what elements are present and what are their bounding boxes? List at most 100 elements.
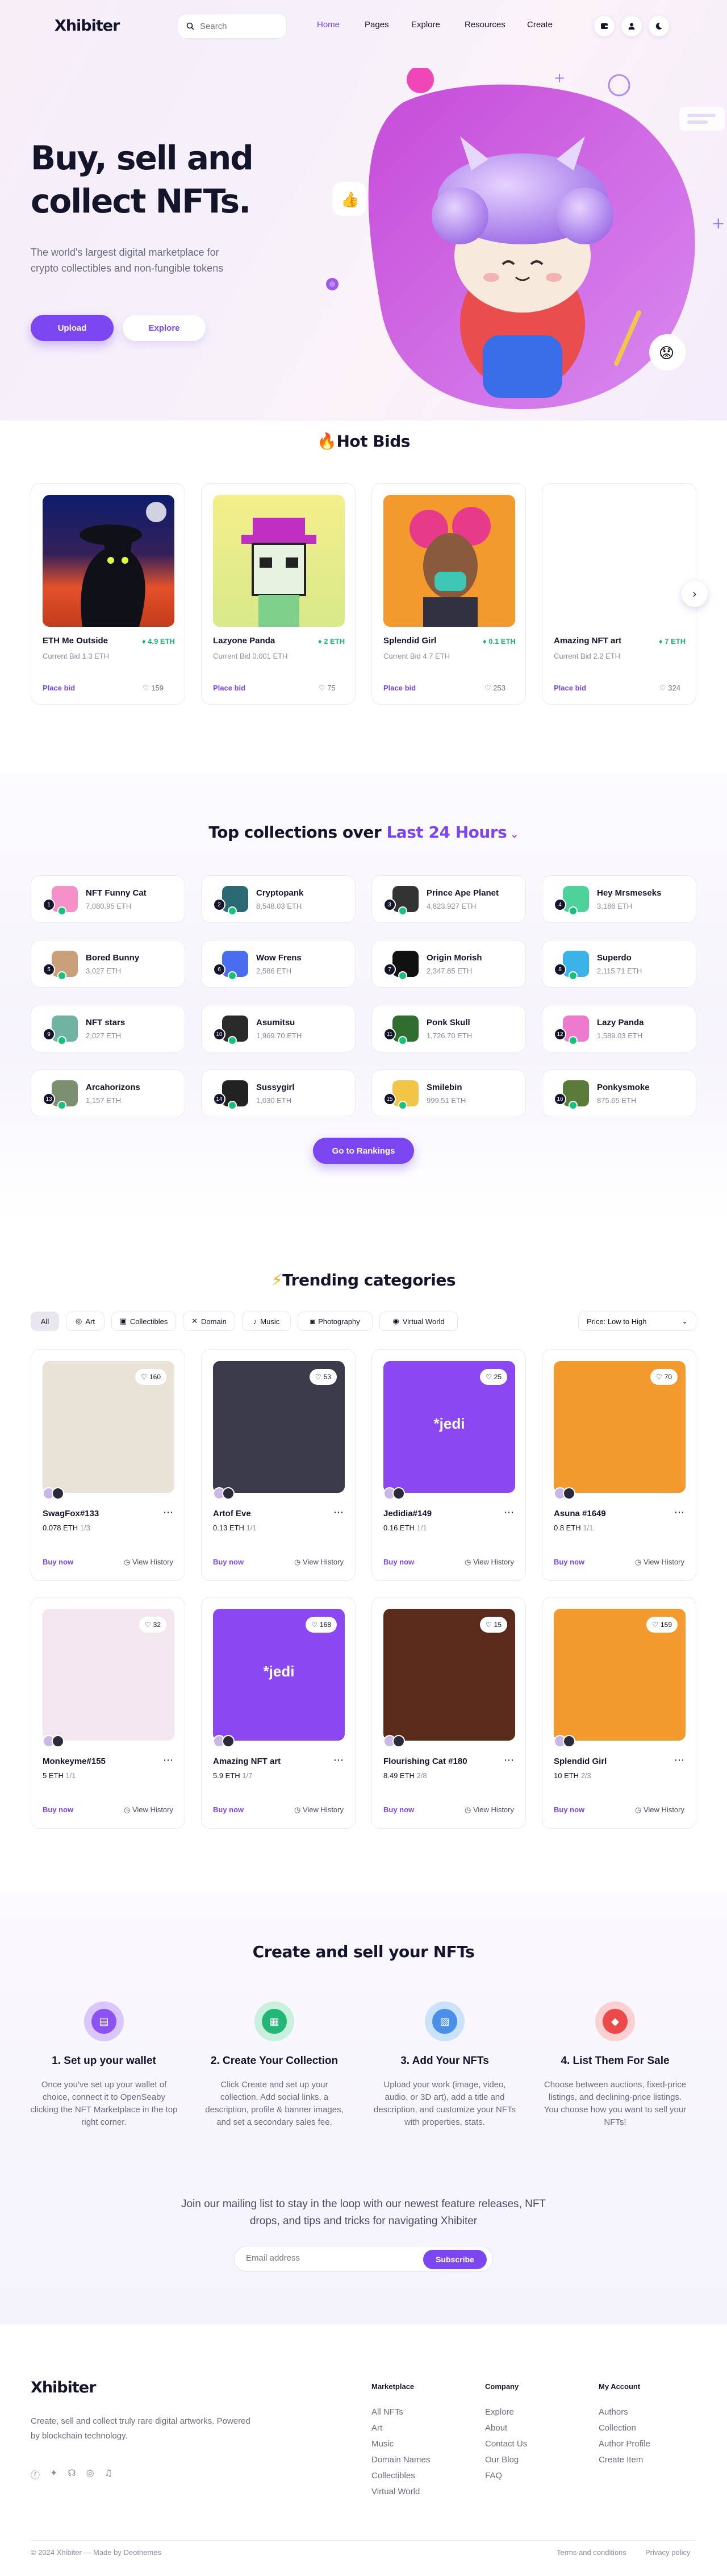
- nft-card[interactable]: ♡ 70 Asuna #1649 ⋯ 0.8 ETH 1/1 Buy now ◷ View …: [542, 1349, 696, 1581]
- more-options-icon[interactable]: ⋯: [163, 1754, 173, 1766]
- creator-avatar[interactable]: [392, 1487, 405, 1500]
- view-history-button[interactable]: ◷ View History: [124, 1805, 173, 1815]
- go-to-rankings-button[interactable]: Go to Rankings: [313, 1138, 414, 1164]
- privacy-link[interactable]: Privacy policy: [645, 2548, 690, 2557]
- footer-link[interactable]: All NFTs: [371, 2407, 403, 2417]
- footer-link[interactable]: Create Item: [599, 2455, 643, 2465]
- collection-card[interactable]: 14 Sussygirl 1,030 ETH: [201, 1069, 356, 1117]
- nft-image[interactable]: ♡ 159: [554, 1609, 686, 1741]
- collection-name[interactable]: Superdo: [597, 953, 632, 963]
- collection-name[interactable]: Ponk Skull: [427, 1018, 470, 1027]
- like-button[interactable]: ♡ 168: [306, 1617, 337, 1633]
- buy-now-button[interactable]: Buy now: [213, 1805, 244, 1814]
- collection-card[interactable]: 8 Superdo 2,115.71 ETH: [542, 940, 696, 988]
- hot-bid-card[interactable]: Lazyone Panda ♦ 2 ETH Current Bid 0.001 …: [201, 483, 356, 705]
- collection-name[interactable]: Cryptopank: [256, 888, 303, 898]
- buy-now-button[interactable]: Buy now: [43, 1558, 73, 1566]
- collection-card[interactable]: 3 Prince Ape Planet 4,823.927 ETH: [371, 875, 526, 923]
- creator-avatar[interactable]: [222, 1487, 235, 1500]
- nft-image[interactable]: [43, 495, 174, 627]
- creator-avatar[interactable]: [563, 1487, 575, 1500]
- nft-image[interactable]: *jedi ♡ 25: [383, 1361, 515, 1493]
- footer-link[interactable]: Art: [371, 2423, 382, 2433]
- footer-link[interactable]: About: [485, 2423, 507, 2433]
- collection-name[interactable]: Asumitsu: [256, 1018, 295, 1027]
- footer-link[interactable]: Collectibles: [371, 2471, 415, 2481]
- nft-card[interactable]: ♡ 32 Monkeyme#155 ⋯ 5 ETH 1/1 Buy now ◷ View H…: [31, 1597, 185, 1829]
- collection-name[interactable]: NFT stars: [86, 1018, 125, 1027]
- footer-link[interactable]: Authors: [599, 2407, 628, 2417]
- footer-link[interactable]: Music: [371, 2439, 394, 2449]
- creator-avatar[interactable]: [52, 1487, 64, 1500]
- search-box[interactable]: [178, 14, 287, 39]
- explore-button[interactable]: Explore: [123, 315, 206, 341]
- collection-card[interactable]: 16 Ponkysmoke 875.65 ETH: [542, 1069, 696, 1117]
- like-button[interactable]: ♡ 159: [646, 1617, 678, 1633]
- collection-name[interactable]: Wow Frens: [256, 953, 302, 963]
- nft-image[interactable]: ♡ 32: [43, 1609, 174, 1741]
- hot-bid-card[interactable]: Amazing NFT art ♦ 7 ETH Current Bid 2.2 …: [542, 483, 696, 705]
- collection-card[interactable]: 2 Cryptopank 8,548.03 ETH: [201, 875, 356, 923]
- likes[interactable]: ♡ 159: [143, 684, 164, 693]
- collection-card[interactable]: 7 Origin Morish 2,347.85 ETH: [371, 940, 526, 988]
- nft-name[interactable]: Monkeyme#155: [43, 1757, 106, 1766]
- nft-card[interactable]: *jedi ♡ 25 Jedidia#149 ⋯ 0.16 ETH 1/1 Buy now ◷…: [371, 1349, 526, 1581]
- collection-name[interactable]: NFT Funny Cat: [86, 888, 147, 898]
- like-button[interactable]: ♡ 53: [309, 1369, 337, 1385]
- footer-link[interactable]: Virtual World: [371, 2487, 420, 2496]
- wallet-button[interactable]: [594, 16, 615, 36]
- nft-image[interactable]: [383, 495, 515, 627]
- nft-name[interactable]: Amazing NFT art: [213, 1757, 281, 1766]
- collection-card[interactable]: 5 Bored Bunny 3,027 ETH: [31, 940, 185, 988]
- nft-name[interactable]: Artof Eve: [213, 1509, 251, 1518]
- buy-now-button[interactable]: Buy now: [554, 1805, 584, 1814]
- collection-card[interactable]: 4 Hey Mrsmeseks 3,186 ETH: [542, 875, 696, 923]
- filter-all[interactable]: All: [31, 1312, 59, 1331]
- like-button[interactable]: ♡ 160: [135, 1369, 166, 1385]
- email-input[interactable]: [246, 2253, 416, 2263]
- nft-image[interactable]: *jedi ♡ 168: [213, 1609, 345, 1741]
- nft-image[interactable]: [554, 495, 686, 627]
- place-bid-link[interactable]: Place bid: [554, 684, 586, 692]
- collection-name[interactable]: Prince Ape Planet: [427, 888, 499, 898]
- twitter-icon[interactable]: ✦: [50, 2467, 57, 2481]
- view-history-button[interactable]: ◷ View History: [294, 1558, 344, 1567]
- filter-photography[interactable]: ◙ Photography: [298, 1312, 373, 1331]
- collection-card[interactable]: 13 Arcahorizons 1,157 ETH: [31, 1069, 185, 1117]
- hot-bid-card[interactable]: Splendid Girl ♦ 0.1 ETH Current Bid 4.7 …: [371, 483, 526, 705]
- collection-card[interactable]: 1 NFT Funny Cat 7,080.95 ETH: [31, 875, 185, 923]
- collection-name[interactable]: Ponkysmoke: [597, 1083, 650, 1092]
- more-options-icon[interactable]: ⋯: [163, 1507, 173, 1518]
- nav-resources[interactable]: Resources: [465, 20, 505, 30]
- creator-avatar[interactable]: [563, 1735, 575, 1747]
- nft-card[interactable]: ♡ 160 SwagFox#133 ⋯ 0.078 ETH 1/3 Buy now ◷ Vi…: [31, 1349, 185, 1581]
- filter-art[interactable]: ◎ Art: [66, 1312, 105, 1331]
- nft-card[interactable]: *jedi ♡ 168 Amazing NFT art ⋯ 5.9 ETH 1/7 Buy …: [201, 1597, 356, 1829]
- view-history-button[interactable]: ◷ View History: [465, 1558, 514, 1567]
- likes[interactable]: ♡ 75: [319, 684, 336, 693]
- likes[interactable]: ♡ 324: [659, 684, 680, 693]
- view-history-button[interactable]: ◷ View History: [635, 1805, 684, 1815]
- nav-pages[interactable]: Pages: [365, 20, 389, 30]
- nav-home[interactable]: Home: [317, 20, 340, 30]
- nft-name[interactable]: Flourishing Cat #180: [383, 1757, 467, 1766]
- collection-name[interactable]: Smilebin: [427, 1083, 462, 1092]
- more-options-icon[interactable]: ⋯: [504, 1754, 514, 1766]
- place-bid-link[interactable]: Place bid: [43, 684, 75, 692]
- more-options-icon[interactable]: ⋯: [674, 1754, 684, 1766]
- collection-name[interactable]: Hey Mrsmeseks: [597, 888, 661, 898]
- buy-now-button[interactable]: Buy now: [383, 1805, 414, 1814]
- creator-avatar[interactable]: [222, 1735, 235, 1747]
- collection-card[interactable]: 9 NFT stars 2,027 ETH: [31, 1005, 185, 1052]
- nft-image[interactable]: ♡ 53: [213, 1361, 345, 1493]
- collection-card[interactable]: 12 Lazy Panda 1,589.03 ETH: [542, 1005, 696, 1052]
- hot-bid-card[interactable]: ETH Me Outside ♦ 4.9 ETH Current Bid 1.3…: [31, 483, 185, 705]
- tiktok-icon[interactable]: ♫: [105, 2467, 112, 2481]
- creator-avatar[interactable]: [52, 1735, 64, 1747]
- nav-explore[interactable]: Explore: [411, 20, 440, 30]
- collection-name[interactable]: Bored Bunny: [86, 953, 139, 963]
- nft-image[interactable]: ♡ 15: [383, 1609, 515, 1741]
- nft-name[interactable]: Lazyone Panda: [213, 636, 275, 646]
- footer-link[interactable]: Contact Us: [485, 2439, 527, 2449]
- nft-card[interactable]: ♡ 159 Splendid Girl ⋯ 10 ETH 2/3 Buy now ◷ Vie…: [542, 1597, 696, 1829]
